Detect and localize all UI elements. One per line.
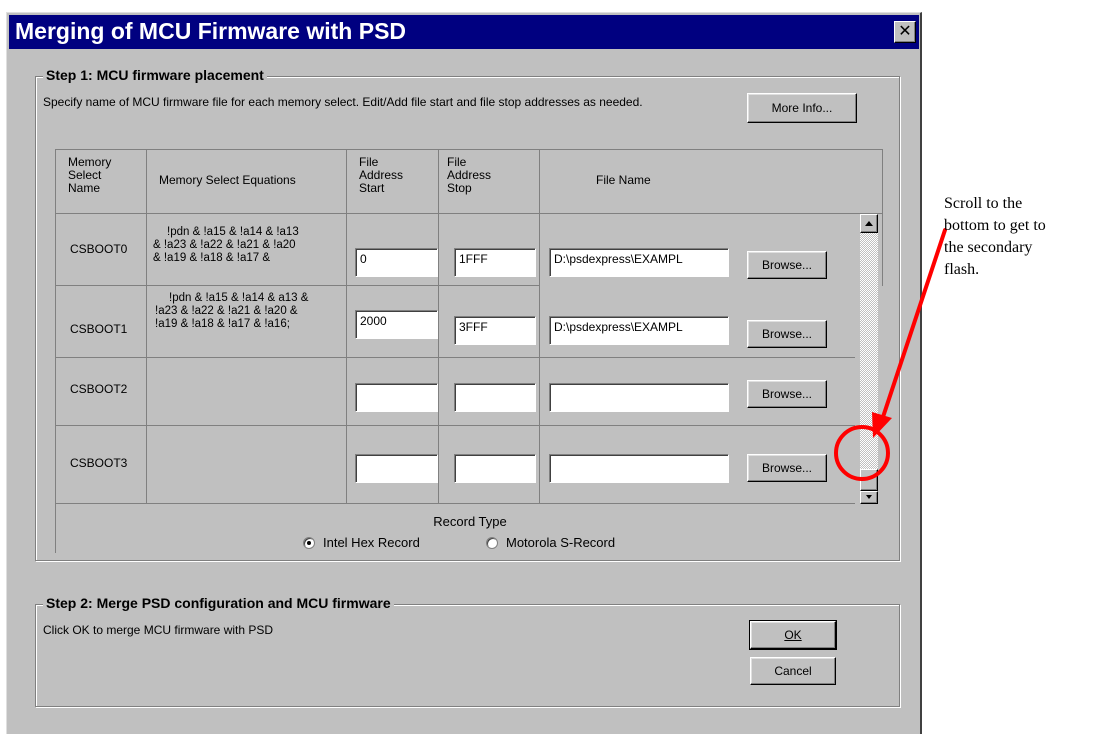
- annotation-overlay: [834, 228, 947, 481]
- annotation-circle: [834, 425, 890, 481]
- annotation-note: Scroll to the bottom to get to the secon…: [944, 195, 1046, 278]
- annotation-arrow-line: [880, 228, 947, 422]
